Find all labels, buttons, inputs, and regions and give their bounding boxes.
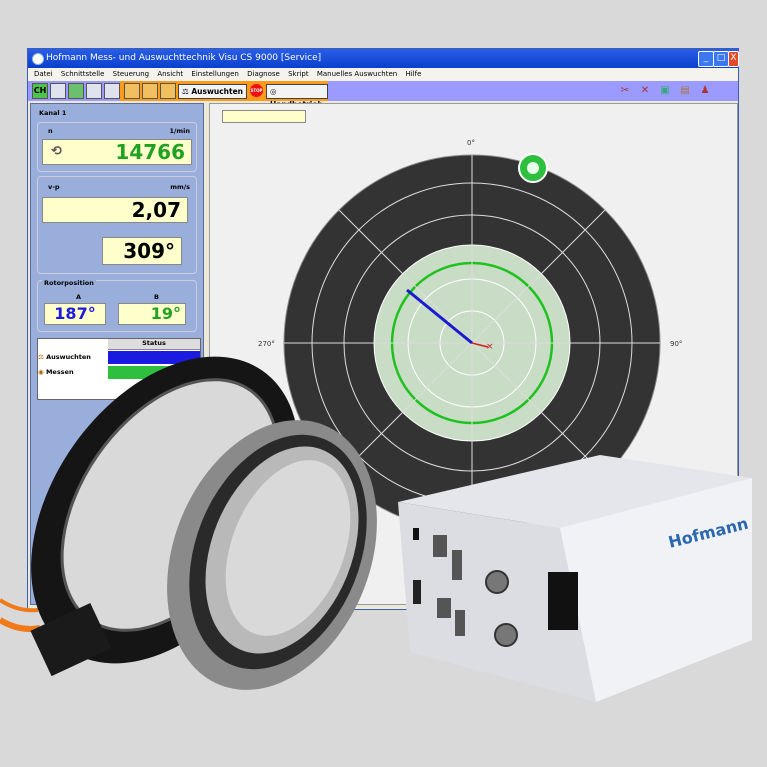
polar-label-left: 270° xyxy=(258,340,275,348)
orange-cable xyxy=(0,617,41,632)
side-port xyxy=(413,580,421,604)
polar-label-top: 0° xyxy=(467,139,475,147)
scene-svg: × 0° 270° 90° Hofmann xyxy=(0,139,752,702)
sub-d-connector-3 xyxy=(437,598,451,618)
round-connector-2 xyxy=(494,623,518,647)
sub-d-connector-2 xyxy=(452,550,462,580)
status-led-highlight xyxy=(527,162,539,174)
orange-cable-2 xyxy=(0,598,39,613)
sub-d-connector-1 xyxy=(433,535,447,557)
polar-label-right: 90° xyxy=(670,340,682,348)
reference-marker: × xyxy=(486,342,494,352)
power-socket xyxy=(548,572,578,630)
sub-d-connector-4 xyxy=(455,610,465,636)
round-connector-1 xyxy=(485,570,509,594)
status-switch xyxy=(413,528,419,540)
hofmann-device: Hofmann xyxy=(398,455,752,702)
